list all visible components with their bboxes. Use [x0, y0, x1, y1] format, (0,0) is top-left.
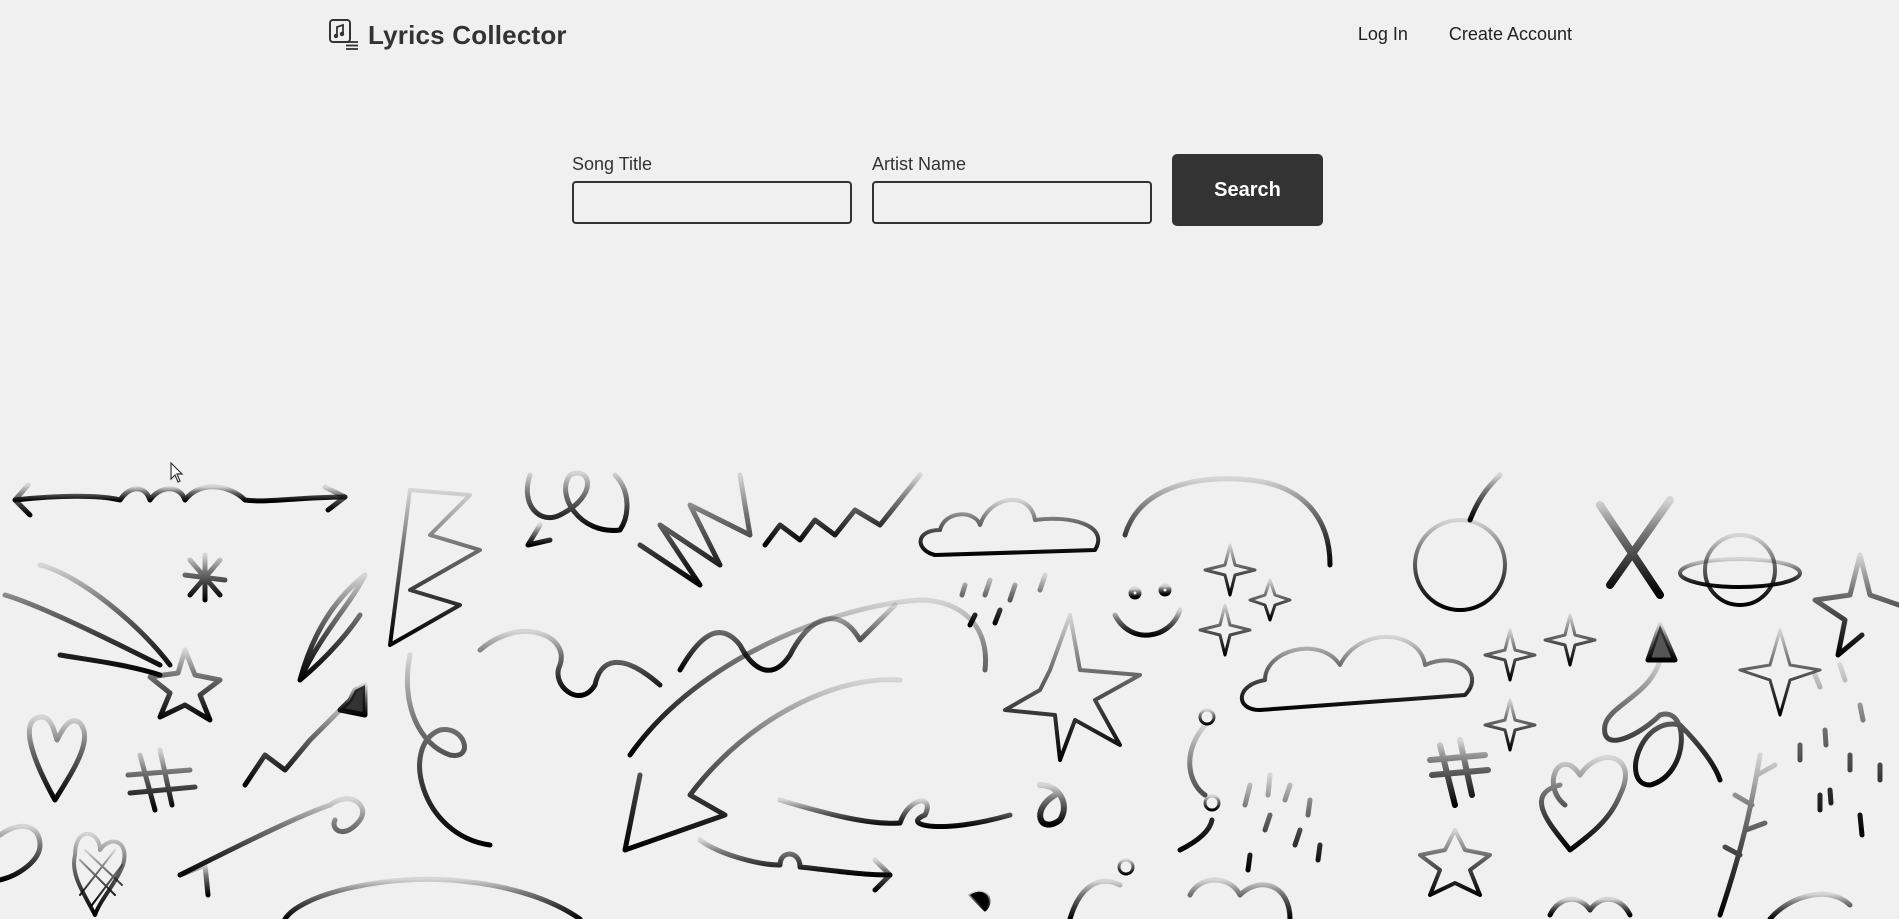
song-title-input[interactable]: [572, 181, 852, 224]
song-title-label: Song Title: [572, 154, 653, 174]
brand-link[interactable]: Lyrics Collector: [328, 18, 567, 52]
lyrics-search-form: Song Title Artist Name Search: [572, 153, 1323, 226]
brand-title: Lyrics Collector: [368, 19, 567, 50]
hand-drawn-doodles-illustration: [0, 470, 1899, 919]
artist-name-field: Artist Name: [872, 154, 1152, 224]
site-header: Lyrics Collector Log In Create Account: [0, 0, 1899, 72]
top-nav: Log In Create Account: [1358, 24, 1572, 45]
mouse-cursor-icon: [170, 462, 184, 483]
login-link[interactable]: Log In: [1358, 24, 1408, 45]
search-button[interactable]: Search: [1172, 154, 1323, 226]
song-title-field: Song Title: [572, 154, 852, 224]
create-account-link[interactable]: Create Account: [1449, 24, 1572, 45]
artist-name-input[interactable]: [872, 181, 1152, 224]
music-note-list-icon: [328, 18, 360, 52]
artist-name-label: Artist Name: [872, 154, 967, 174]
